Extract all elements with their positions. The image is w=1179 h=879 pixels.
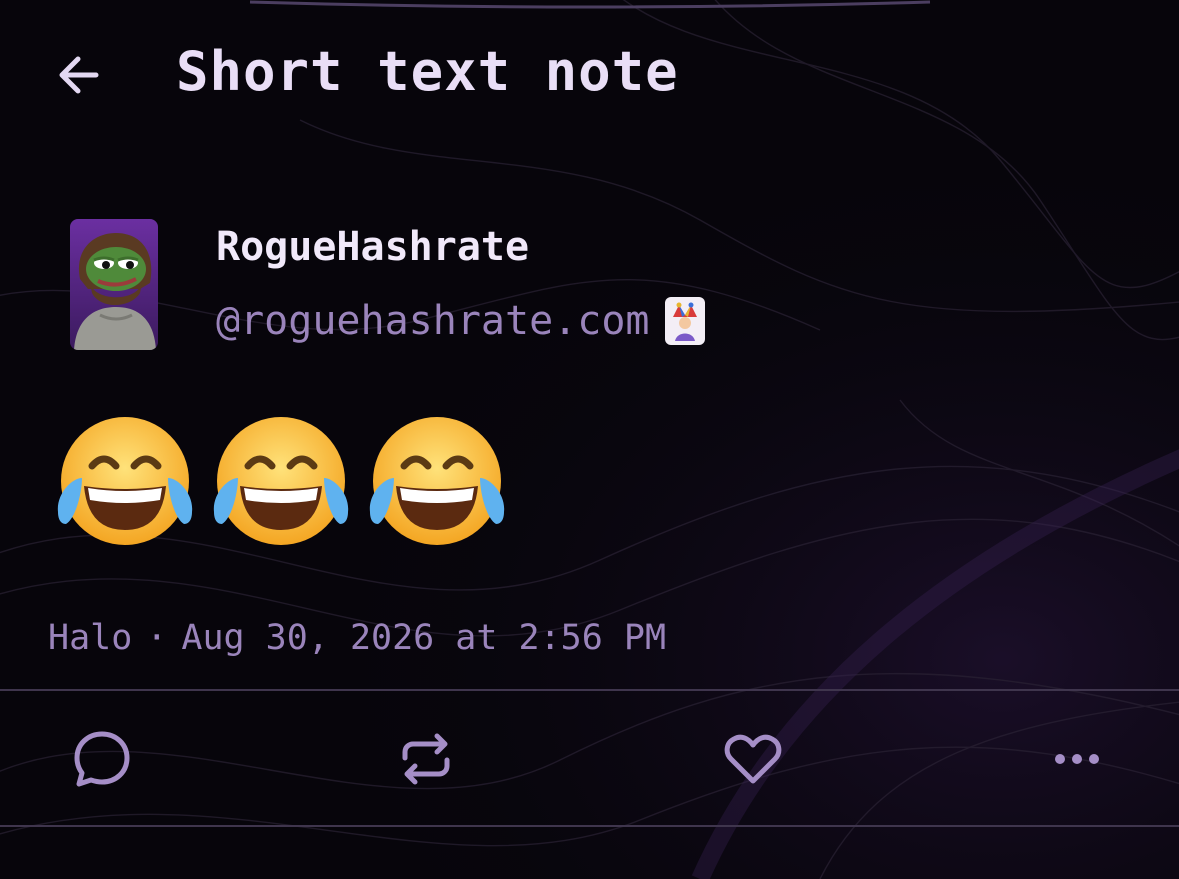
client-name: Halo [48, 618, 133, 658]
joker-card-icon [665, 297, 706, 345]
note-meta: Halo · Aug 30, 2026 at 2:56 PM [48, 618, 666, 658]
back-button[interactable] [52, 48, 106, 102]
repost-button[interactable] [395, 728, 457, 790]
handle-row: @roguehashrate.com [216, 296, 706, 346]
reply-button[interactable] [71, 728, 133, 790]
top-arc [249, 0, 931, 9]
speech-bubble-icon [74, 731, 130, 787]
action-bar [0, 692, 1179, 825]
note-content [52, 408, 520, 558]
pepe-frog-avatar-icon [70, 219, 158, 350]
more-button[interactable] [1046, 728, 1108, 790]
face-with-tears-of-joy-icon [369, 417, 505, 545]
divider-bottom [0, 825, 1179, 827]
divider-top [0, 689, 1179, 691]
display-name[interactable]: RogueHashrate [216, 224, 529, 270]
face-with-tears-of-joy-icon [57, 417, 193, 545]
avatar[interactable] [70, 219, 158, 350]
heart-icon [724, 734, 782, 784]
author-row: RogueHashrate @roguehashrate.com [0, 210, 1179, 360]
header: Short text note [0, 30, 1179, 120]
face-with-tears-of-joy-icon [213, 417, 349, 545]
author-handle[interactable]: @roguehashrate.com [216, 298, 649, 344]
repost-icon [402, 733, 450, 785]
more-dots-icon [1055, 754, 1099, 764]
arrow-left-icon [59, 56, 99, 94]
timestamp: Aug 30, 2026 at 2:56 PM [181, 618, 667, 658]
meta-separator: · [146, 618, 168, 658]
like-button[interactable] [722, 728, 784, 790]
page-title: Short text note [176, 40, 679, 103]
